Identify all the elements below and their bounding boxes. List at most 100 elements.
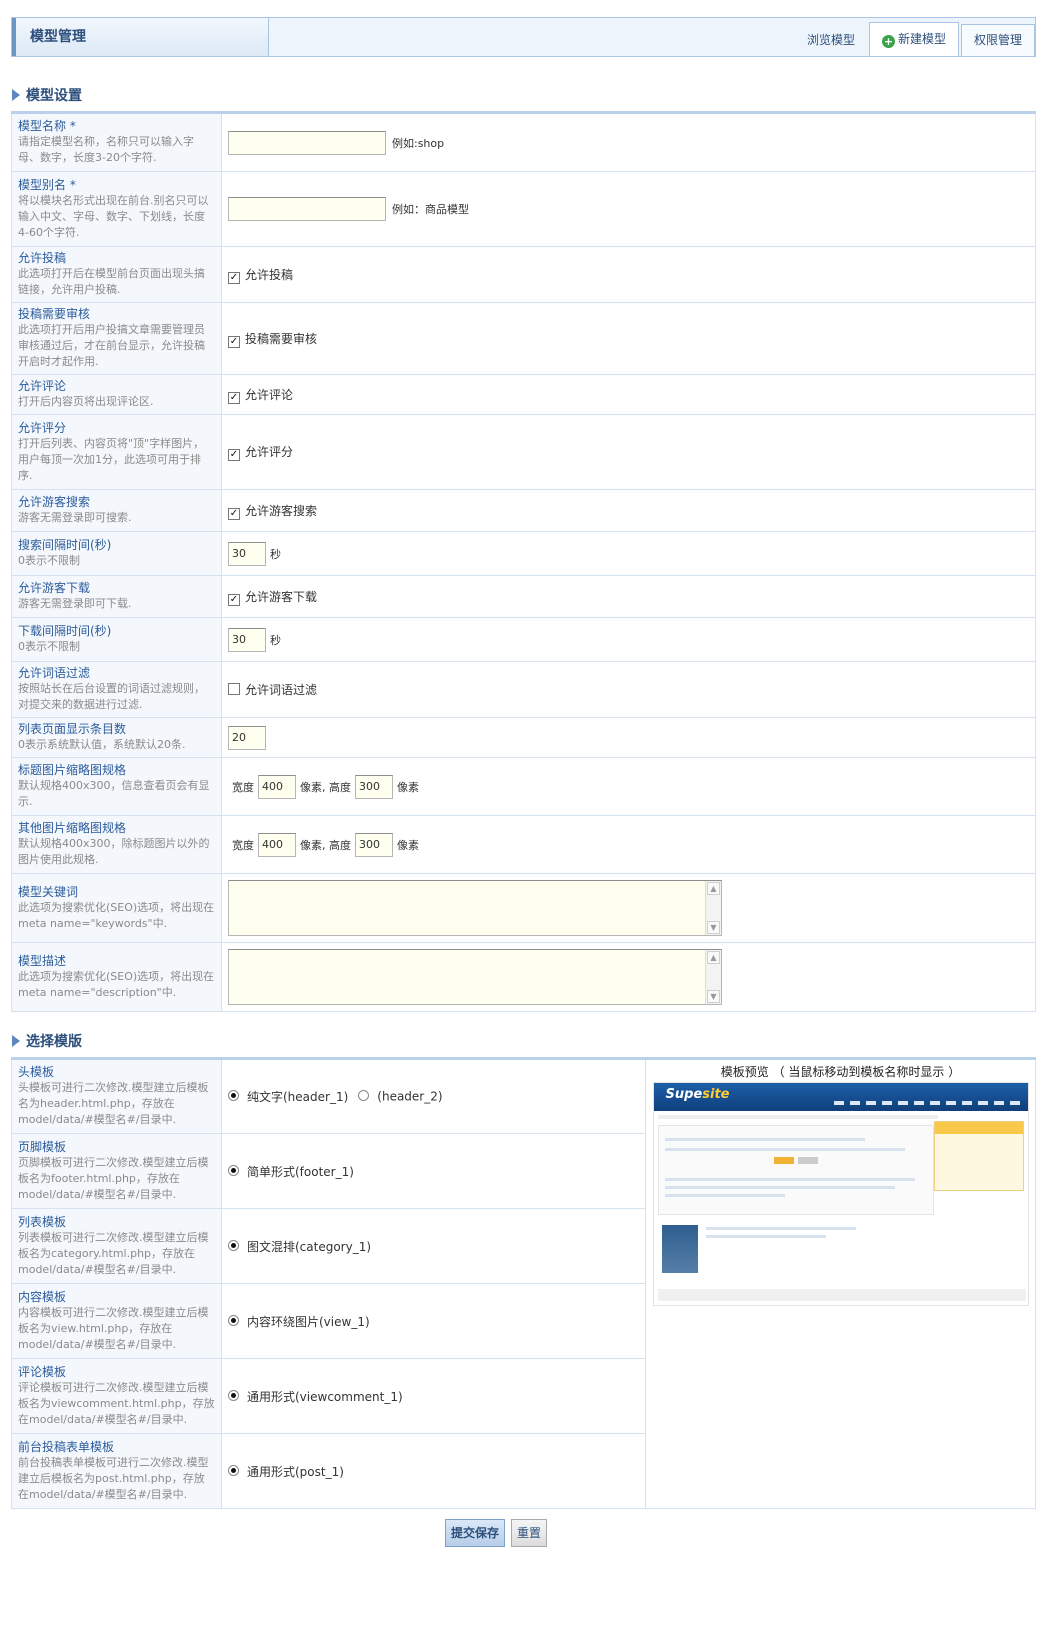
keywords-textarea[interactable]: ▲ ▼ — [228, 880, 722, 936]
checkbox-label[interactable]: 投稿需要审核 — [245, 332, 317, 346]
scroll-up-icon[interactable]: ▲ — [707, 951, 720, 964]
preview-title: 模板预览 （ 当鼠标移动到模板名称时显示 ） — [720, 1065, 961, 1079]
search-interval-input[interactable]: 30 — [228, 541, 266, 566]
reset-button[interactable]: 重置 — [511, 1519, 547, 1547]
label-cell: 模型描述 此选项为搜索优化(SEO)选项，将出现在meta name="descr… — [11, 942, 222, 1012]
view-1-radio[interactable] — [228, 1314, 239, 1326]
label-cell: 下载间隔时间(秒) 0表示不限制 — [11, 617, 222, 662]
field-label: 页脚模板 — [18, 1139, 67, 1154]
field-label: 标题图片缩略图规格 — [18, 763, 127, 777]
scroll-down-icon[interactable]: ▼ — [707, 921, 720, 934]
submit-save-button[interactable]: 提交保存 — [445, 1519, 505, 1547]
field-desc: 游客无需登录即可搜索. — [18, 511, 132, 524]
label-cell: 列表模板 列表模板可进行二次修改.模型建立后模板名为category.html.p… — [11, 1208, 222, 1284]
field-label: 模型关键词 — [18, 884, 79, 899]
checkbox-label[interactable]: 允许词语过滤 — [245, 683, 317, 697]
add-circle-icon: + — [881, 35, 895, 48]
title-thumb-height-input[interactable]: 300 — [355, 774, 393, 799]
preview-breadcrumb — [657, 1115, 938, 1119]
control-cell: ✓ 投稿需要审核 — [221, 302, 1036, 375]
allow-post-checkbox[interactable]: ✓ — [228, 271, 240, 284]
control-cell: 宽度 400 像素, 高度 300 像素 — [221, 757, 1036, 816]
radio-label[interactable]: 通用形式(viewcomment_1) — [247, 1390, 403, 1404]
label-cell: 模型别名 * 将以模块名形式出现在前台.别名只可以输入中文、字母、数字、下划线，长… — [11, 171, 222, 247]
field-label: 其他图片缩略图规格 — [18, 821, 127, 835]
footer-1-radio[interactable] — [228, 1164, 239, 1176]
row-word-filter: 允许词语过滤 按照站长在后台设置的词语过滤规则，对提交来的数据进行过滤. 允许词语… — [11, 661, 1036, 718]
post-review-checkbox[interactable]: ✓ — [228, 335, 240, 348]
width-label: 宽度 — [232, 838, 254, 852]
field-label: 模型别名 * — [18, 177, 76, 192]
control-cell: 例如：商品模型 — [221, 171, 1036, 247]
field-desc: 0表示不限制 — [18, 554, 80, 567]
top-bar: 模型管理 浏览模型 + 新建模型 权限管理 — [11, 17, 1036, 57]
viewcomment-1-radio[interactable] — [228, 1389, 239, 1401]
category-1-radio[interactable] — [228, 1239, 239, 1251]
model-name-input[interactable] — [228, 130, 386, 155]
label-cell: 允许词语过滤 按照站长在后台设置的词语过滤规则，对提交来的数据进行过滤. — [11, 661, 222, 718]
control-cell: ▲ ▼ — [221, 942, 1036, 1012]
radio-label[interactable]: 纯文字(header_1) — [247, 1090, 348, 1104]
radio-label[interactable]: (header_2) — [377, 1090, 442, 1104]
unit-label: 像素 — [397, 780, 419, 794]
tab-new-model[interactable]: + 新建模型 — [868, 22, 959, 56]
field-label: 允许评论 — [18, 379, 67, 393]
allow-rate-checkbox[interactable]: ✓ — [228, 449, 240, 461]
preview-button — [773, 1157, 794, 1164]
checkbox-label[interactable]: 允许游客下载 — [245, 590, 317, 604]
control-cell: 例如:shop — [221, 112, 1036, 172]
field-hint: 例如:shop — [392, 136, 445, 150]
checkbox-label[interactable]: 允许投稿 — [245, 268, 293, 282]
unit-mid-label: 像素, 高度 — [300, 780, 351, 794]
radio-label[interactable]: 图文混排(category_1) — [247, 1240, 371, 1254]
checkbox-label[interactable]: 允许评论 — [245, 388, 293, 402]
list-count-input[interactable]: 20 — [228, 725, 266, 750]
section-heading-templates: 选择模版 — [12, 1031, 82, 1051]
field-label: 允许游客搜索 — [18, 495, 91, 509]
label-cell: 前台投稿表单模板 前台投稿表单模板可进行二次修改.模型建立后模板名为post.ht… — [11, 1433, 222, 1509]
guest-search-checkbox[interactable]: ✓ — [228, 507, 240, 520]
control-cell: ✓ 允许游客搜索 — [221, 489, 1036, 532]
other-thumb-height-input[interactable]: 300 — [355, 832, 393, 857]
row-allow-comment: 允许评论 打开后内容页将出现评论区. ✓ 允许评论 — [11, 374, 1036, 415]
field-desc: 页脚模板可进行二次修改.模型建立后模板名为footer.html.php，存放在… — [18, 1155, 209, 1201]
scrollbar[interactable]: ▲ ▼ — [705, 950, 721, 1004]
scroll-up-icon[interactable]: ▲ — [707, 882, 720, 895]
unit-label: 秒 — [270, 547, 281, 561]
field-label: 前台投稿表单模板 — [18, 1439, 115, 1454]
other-thumb-width-input[interactable]: 400 — [258, 832, 296, 857]
field-label: 头模板 — [18, 1065, 55, 1079]
download-interval-input[interactable]: 30 — [228, 627, 266, 652]
header-2-radio[interactable] — [358, 1090, 370, 1101]
label-cell: 其他图片缩略图规格 默认规格400x300，除标题图片以外的图片使用此规格. — [11, 815, 222, 874]
allow-comment-checkbox[interactable]: ✓ — [228, 391, 240, 404]
model-alias-input[interactable] — [228, 197, 386, 221]
post-1-radio[interactable] — [228, 1464, 239, 1476]
checkbox-label[interactable]: 允许游客搜索 — [245, 504, 317, 518]
control-cell: 图文混排(category_1) — [221, 1208, 646, 1284]
field-desc: 内容模板可进行二次修改.模型建立后模板名为view.html.php，存放在mo… — [18, 1305, 209, 1351]
field-desc: 打开后列表、内容页将"顶"字样图片，用户每顶一次加1分，此选项可用于排序. — [18, 436, 205, 482]
field-label: 模型名称 * — [18, 119, 76, 133]
page-title: 模型管理 — [12, 18, 269, 56]
row-keywords: 模型关键词 此选项为搜索优化(SEO)选项，将出现在meta name="keyw… — [11, 873, 1036, 943]
row-search-interval: 搜索间隔时间(秒) 0表示不限制 30 秒 — [11, 531, 1036, 576]
field-desc: 将以模块名形式出现在前台.别名只可以输入中文、字母、数字、下划线，长度4-60个… — [18, 193, 209, 239]
radio-label[interactable]: 简单形式(footer_1) — [247, 1165, 354, 1179]
title-thumb-width-input[interactable]: 400 — [258, 774, 296, 799]
checkbox-label[interactable]: 允许评分 — [245, 445, 293, 459]
row-description: 模型描述 此选项为搜索优化(SEO)选项，将出现在meta name="descr… — [11, 942, 1036, 1012]
header-1-radio[interactable] — [228, 1090, 239, 1101]
guest-download-checkbox[interactable]: ✓ — [228, 593, 240, 606]
tab-browse-models[interactable]: 浏览模型 — [795, 26, 867, 56]
control-cell: 30 秒 — [221, 531, 1036, 576]
radio-label[interactable]: 内容环绕图片(view_1) — [247, 1315, 370, 1329]
radio-label[interactable]: 通用形式(post_1) — [247, 1465, 344, 1479]
scrollbar[interactable]: ▲ ▼ — [705, 881, 721, 935]
word-filter-checkbox[interactable] — [228, 683, 240, 695]
description-textarea[interactable]: ▲ ▼ — [228, 949, 722, 1005]
scroll-down-icon[interactable]: ▼ — [707, 990, 720, 1003]
section-heading-text: 选择模版 — [26, 1034, 82, 1050]
row-model-alias: 模型别名 * 将以模块名形式出现在前台.别名只可以输入中文、字母、数字、下划线，长… — [11, 171, 1036, 247]
tab-permissions[interactable]: 权限管理 — [960, 24, 1035, 56]
